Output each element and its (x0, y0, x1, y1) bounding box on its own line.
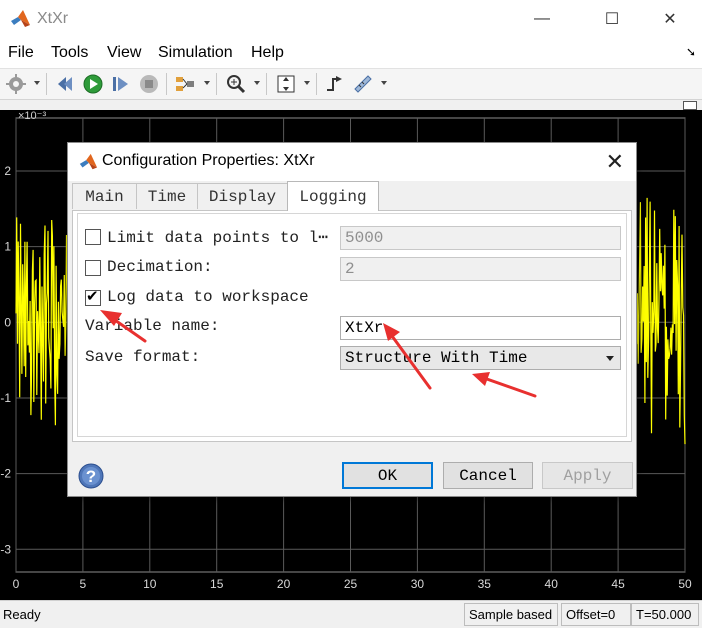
dialog-title: Configuration Properties: XtXr (102, 152, 315, 169)
x-tick-label: 45 (611, 577, 625, 591)
dialog-close-icon[interactable]: ✕ (606, 149, 624, 175)
x-tick-label: 5 (80, 577, 87, 591)
toolbar-separator (166, 73, 167, 95)
maximize-button[interactable]: ☐ (589, 0, 635, 38)
triggers-icon[interactable] (324, 73, 346, 95)
x-tick-label: 25 (344, 577, 358, 591)
cancel-button[interactable]: Cancel (443, 462, 533, 489)
decimation-field[interactable]: 2 (340, 257, 621, 281)
restore-icon[interactable] (54, 73, 76, 95)
x-tick-label: 10 (143, 577, 157, 591)
help-icon[interactable]: ? (78, 463, 104, 489)
status-offset: Offset=0 (561, 603, 631, 626)
x-tick-label: 40 (545, 577, 559, 591)
fit-dropdown-icon[interactable] (304, 81, 310, 85)
toolbar-separator (316, 73, 317, 95)
settings-dropdown-icon[interactable] (34, 81, 40, 85)
x-tick-label: 30 (411, 577, 425, 591)
matlab-logo-icon (79, 153, 98, 170)
chevron-down-icon (606, 356, 614, 361)
variable-name-field[interactable]: XtXr (340, 316, 621, 340)
matlab-logo-icon (11, 10, 30, 27)
menu-bar: File Tools View Simulation Help ➘ (0, 40, 702, 68)
menu-file[interactable]: File (8, 44, 34, 62)
x-tick-labels: 0 5 10 15 20 25 30 35 40 45 50 (13, 577, 692, 591)
menu-view[interactable]: View (107, 44, 141, 62)
tab-logging[interactable]: Logging (287, 181, 379, 211)
status-text: Ready (3, 607, 41, 622)
zoom-dropdown-icon[interactable] (254, 81, 260, 85)
menu-simulation[interactable]: Simulation (158, 44, 233, 62)
toolbar-separator (266, 73, 267, 95)
decimation-checkbox[interactable] (85, 260, 101, 276)
toolbar-separator (46, 73, 47, 95)
configuration-properties-dialog: Configuration Properties: XtXr ✕ Main Ti… (67, 142, 637, 497)
window-title: XtXr (37, 10, 69, 27)
y-tick-label: -2 (0, 467, 11, 481)
log-to-workspace-checkbox[interactable]: ✔ (85, 287, 101, 306)
x-tick-label: 15 (210, 577, 224, 591)
limit-data-points-field[interactable]: 5000 (340, 226, 621, 250)
variable-name-label: Variable name: (85, 317, 220, 335)
step-forward-icon[interactable] (110, 73, 132, 95)
y-tick-label: 2 (4, 164, 11, 178)
ok-button[interactable]: OK (342, 462, 433, 489)
maximize-icon: ☐ (604, 11, 620, 28)
settings-icon[interactable] (5, 73, 27, 95)
svg-text:?: ? (86, 467, 96, 486)
y-tick-label: 1 (4, 240, 11, 254)
limit-data-points-label: Limit data points to l⋯ (107, 229, 328, 247)
tab-display[interactable]: Display (197, 183, 288, 209)
measurements-icon[interactable] (352, 73, 374, 95)
save-format-label: Save format: (85, 348, 201, 366)
signal-dropdown-icon[interactable] (204, 81, 210, 85)
measurements-dropdown-icon[interactable] (381, 81, 387, 85)
menu-help[interactable]: Help (251, 44, 284, 62)
status-bar: Ready Sample based Offset=0 T=50.000 (0, 600, 702, 628)
y-exponent-label: ×10⁻³ (18, 110, 46, 122)
plot-header-strip (0, 100, 702, 110)
status-time: T=50.000 (631, 603, 699, 626)
save-format-select[interactable]: Structure With Time (340, 346, 621, 370)
tab-time[interactable]: Time (136, 183, 198, 209)
undock-icon[interactable]: ➘ (686, 45, 696, 59)
zoom-in-icon[interactable] (225, 73, 247, 95)
y-tick-label: -1 (0, 391, 11, 405)
menu-tools[interactable]: Tools (51, 44, 88, 62)
limit-data-points-checkbox[interactable] (85, 229, 101, 245)
dialog-titlebar: Configuration Properties: XtXr ✕ (68, 143, 636, 181)
apply-button[interactable]: Apply (542, 462, 633, 489)
tab-main[interactable]: Main (72, 183, 137, 209)
logging-panel-frame: Limit data points to l⋯ 5000 Decimation:… (77, 213, 627, 437)
save-format-value: Structure With Time (345, 349, 528, 367)
minimize-icon: — (534, 10, 550, 27)
x-tick-label: 50 (678, 577, 692, 591)
expand-plot-icon[interactable] (683, 101, 697, 110)
x-tick-label: 35 (478, 577, 492, 591)
run-icon[interactable] (82, 73, 104, 95)
signal-selector-icon[interactable] (174, 73, 196, 95)
toolbar (0, 68, 702, 100)
close-icon: ✕ (663, 11, 677, 28)
fit-axes-icon[interactable] (275, 73, 297, 95)
decimation-label: Decimation: (107, 258, 213, 276)
stop-icon[interactable] (138, 73, 160, 95)
checkmark-icon: ✔ (86, 287, 99, 305)
close-window-button[interactable]: ✕ (647, 0, 693, 38)
minimize-button[interactable]: — (519, 0, 565, 38)
toolbar-separator (216, 73, 217, 95)
log-to-workspace-label: Log data to workspace (107, 288, 309, 306)
status-mode: Sample based (464, 603, 558, 626)
y-tick-label: -3 (0, 542, 11, 556)
x-tick-label: 20 (277, 577, 291, 591)
logging-panel: Limit data points to l⋯ 5000 Decimation:… (72, 210, 632, 442)
window-titlebar: XtXr — ☐ ✕ (0, 0, 702, 40)
y-tick-label: 0 (4, 315, 11, 329)
y-tick-labels: 2 1 0 -1 -2 -3 (0, 164, 11, 556)
x-tick-label: 0 (13, 577, 20, 591)
